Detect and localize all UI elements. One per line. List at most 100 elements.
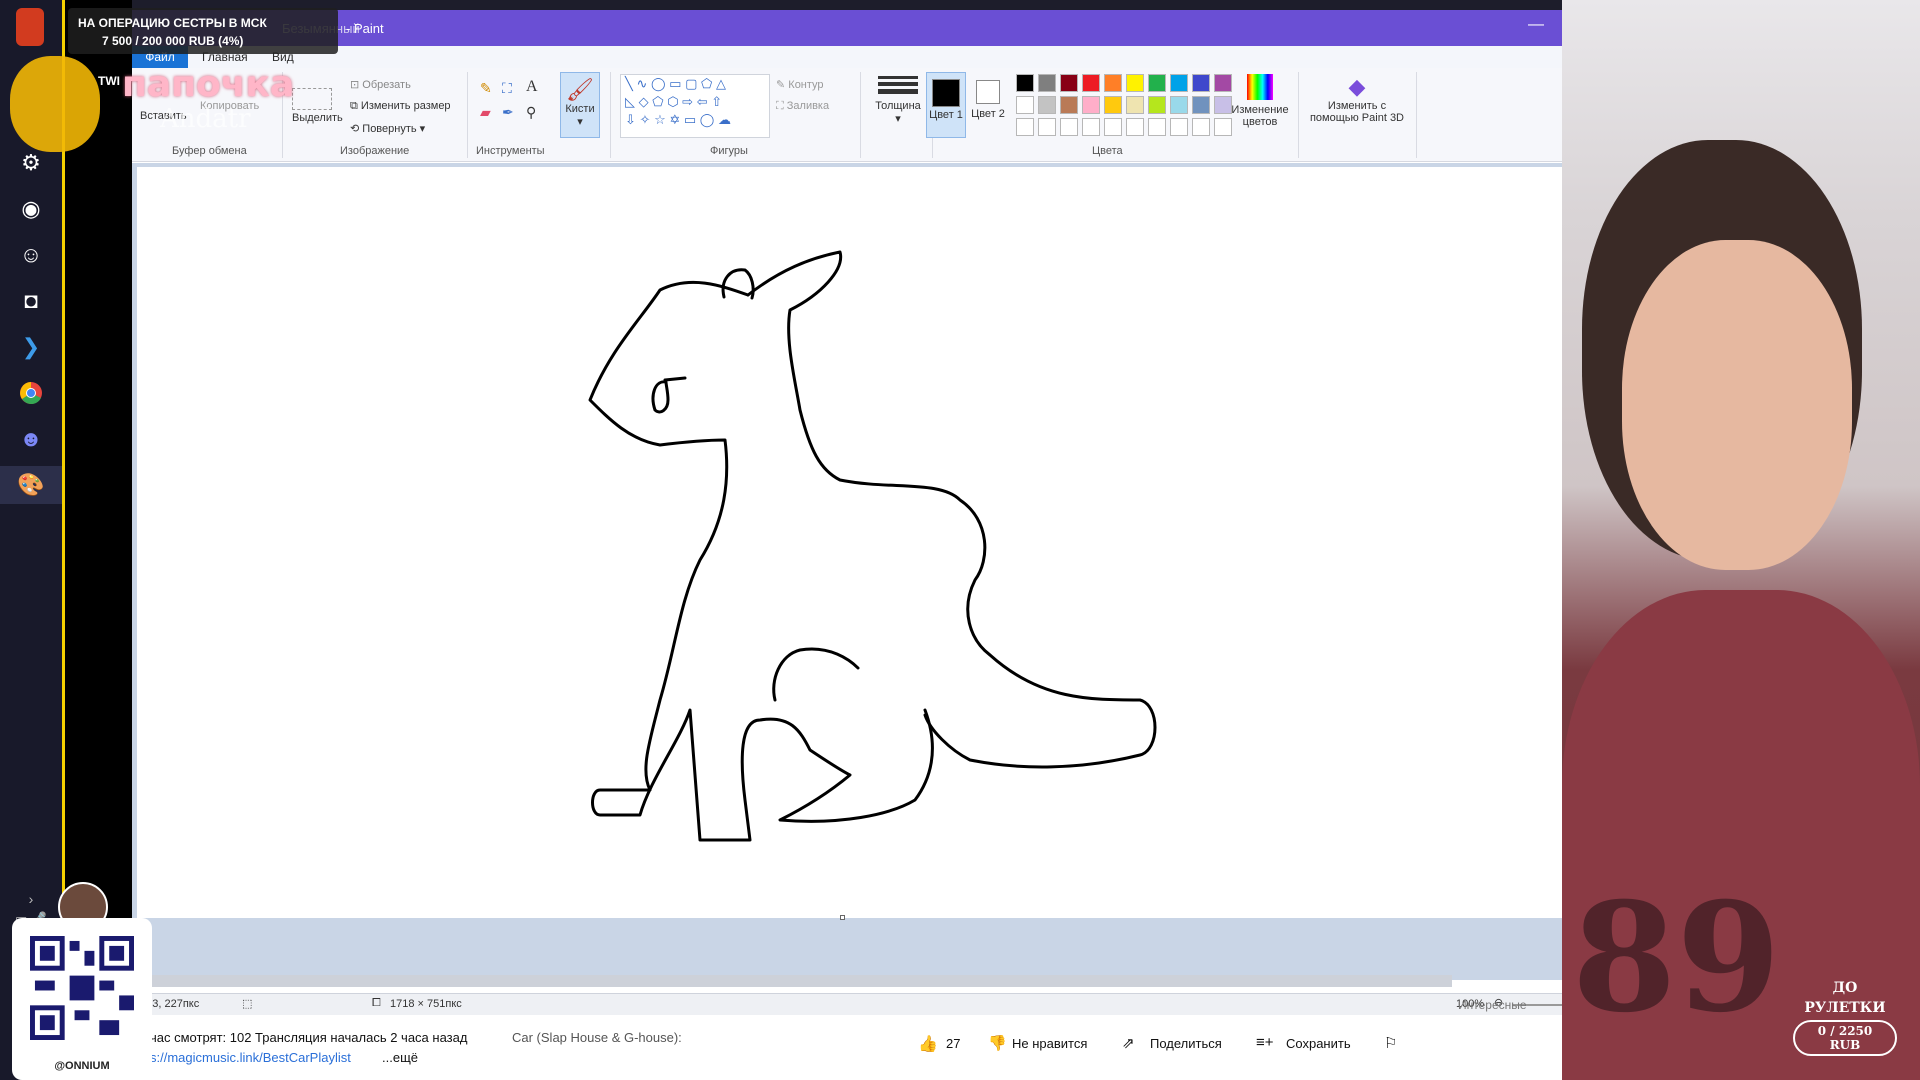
more-link[interactable]: ...ещё: [382, 1050, 418, 1065]
flag-icon[interactable]: ⚐: [1384, 1034, 1397, 1052]
color-swatch[interactable]: [1082, 74, 1100, 92]
ribbon: Вставить Копировать Буфер обмена Выделит…: [132, 68, 1562, 162]
edit-colors-button[interactable]: Изменение цветов: [1228, 74, 1292, 128]
color-swatch[interactable]: [1060, 74, 1078, 92]
save-button[interactable]: Сохранить: [1286, 1036, 1351, 1051]
custom-color-slot[interactable]: [1104, 118, 1122, 136]
shape-oval-icon[interactable]: ◯: [651, 76, 666, 91]
color-swatch[interactable]: [1126, 96, 1144, 114]
shape-rounded-rect-icon[interactable]: ▢: [685, 76, 697, 91]
color-swatch[interactable]: [1170, 96, 1188, 114]
brushes-button[interactable]: 🖌 Кисти ▾: [560, 72, 600, 138]
paint3d-button[interactable]: ◆ Изменить с помощью Paint 3D: [1304, 74, 1410, 124]
share-icon[interactable]: ⇗: [1122, 1034, 1135, 1052]
color-swatch[interactable]: [1214, 96, 1232, 114]
shape-triangle-icon[interactable]: △: [716, 76, 726, 91]
color-swatch[interactable]: [1104, 74, 1122, 92]
color-swatch[interactable]: [1148, 96, 1166, 114]
user-app-icon[interactable]: ☺: [12, 236, 50, 274]
fill-bucket-icon[interactable]: ⛶: [502, 80, 512, 97]
share-button[interactable]: Поделиться: [1150, 1036, 1222, 1051]
size-label: Толщина: [875, 100, 921, 112]
shapes-gallery[interactable]: ╲ ∿ ◯ ▭ ▢ ⬠ △ ◺ ◇ ⬠ ⬡ ⇨ ⇦ ⇧ ⇩ ✧ ☆ ✡ ▭ ◯ …: [620, 74, 770, 138]
discord-icon[interactable]: ☻: [12, 420, 50, 458]
shape-diamond-icon[interactable]: ◇: [639, 94, 649, 109]
custom-color-slot[interactable]: [1126, 118, 1144, 136]
shape-right-triangle-icon[interactable]: ◺: [625, 94, 635, 109]
shape-star5-icon[interactable]: ☆: [654, 112, 666, 127]
custom-color-slot[interactable]: [1016, 118, 1034, 136]
color-swatch[interactable]: [1192, 96, 1210, 114]
custom-color-slot[interactable]: [1082, 118, 1100, 136]
color-swatch[interactable]: [1038, 96, 1056, 114]
minimize-button[interactable]: —: [1528, 16, 1544, 34]
shape-rect-icon[interactable]: ▭: [669, 76, 681, 91]
color-swatch[interactable]: [1148, 74, 1166, 92]
app-logo-icon[interactable]: [16, 8, 44, 46]
shape-arrow-left-icon[interactable]: ⇦: [697, 94, 708, 109]
shape-polygon-icon[interactable]: ⬠: [701, 76, 712, 91]
color-swatch[interactable]: [1060, 96, 1078, 114]
shape-pentagon-icon[interactable]: ⬠: [652, 94, 663, 109]
shape-line-icon[interactable]: ╲: [625, 76, 633, 91]
custom-color-slot[interactable]: [1060, 118, 1078, 136]
text-tool-icon[interactable]: A: [526, 78, 538, 96]
outline-button[interactable]: ✎ Контур: [776, 78, 824, 91]
shape-callout-rect-icon[interactable]: ▭: [684, 112, 696, 127]
shape-star4-icon[interactable]: ✧: [640, 112, 651, 127]
paint-taskbar-icon[interactable]: 🎨: [0, 466, 62, 504]
chevron-down-icon: ▾: [416, 123, 426, 135]
pencil-icon[interactable]: ✎: [480, 80, 492, 97]
resize-button[interactable]: ⧉ Изменить размер: [350, 100, 451, 113]
playlist-link[interactable]: s://magicmusic.link/BestCarPlaylist: [150, 1050, 351, 1065]
color-swatch[interactable]: [1082, 96, 1100, 114]
color-swatch[interactable]: [1038, 74, 1056, 92]
rotate-button[interactable]: ⟲ Повернуть ▾: [350, 122, 425, 135]
viewer-count: час смотрят: 102 Трансляция началась 2 ч…: [150, 1030, 468, 1045]
drawing-canvas[interactable]: [137, 167, 1562, 920]
color-swatch[interactable]: [1016, 96, 1034, 114]
size-button[interactable]: Толщина ▾: [870, 74, 926, 125]
custom-color-slot[interactable]: [1214, 118, 1232, 136]
color-swatch[interactable]: [1170, 74, 1188, 92]
crop-icon: ⊡: [350, 79, 363, 91]
dislike-icon[interactable]: 👎: [988, 1034, 1007, 1052]
vscode-icon[interactable]: ❯: [12, 328, 50, 366]
crop-button[interactable]: ⊡ Обрезать: [350, 78, 411, 91]
color1-button[interactable]: Цвет 1: [926, 72, 966, 138]
dislike-button[interactable]: Не нравится: [1012, 1036, 1087, 1051]
color-swatch[interactable]: [1016, 74, 1034, 92]
custom-color-slot[interactable]: [1192, 118, 1210, 136]
custom-color-slot[interactable]: [1038, 118, 1056, 136]
chrome-icon[interactable]: [12, 374, 50, 412]
shape-callout-cloud-icon[interactable]: ☁: [718, 112, 731, 127]
fill-button[interactable]: ⛶ Заливка: [776, 100, 829, 113]
shape-arrow-down-icon[interactable]: ⇩: [625, 112, 636, 127]
color-swatch[interactable]: [1192, 74, 1210, 92]
shape-hexagon-icon[interactable]: ⬡: [667, 94, 678, 109]
color-picker-icon[interactable]: ✒: [502, 104, 514, 121]
color-swatch[interactable]: [1214, 74, 1232, 92]
shape-callout-oval-icon[interactable]: ◯: [700, 112, 715, 127]
shape-arrow-up-icon[interactable]: ⇧: [711, 94, 722, 109]
select-button[interactable]: Выделить: [292, 112, 343, 124]
shape-arrow-right-icon[interactable]: ⇨: [682, 94, 693, 109]
obs-icon[interactable]: ◉: [12, 190, 50, 228]
magnifier-icon[interactable]: ⚲: [526, 104, 536, 121]
bot-icon[interactable]: ◘: [12, 282, 50, 320]
canvas-resize-handle[interactable]: [840, 915, 845, 920]
custom-color-slot[interactable]: [1170, 118, 1188, 136]
shape-star6-icon[interactable]: ✡: [669, 112, 680, 127]
drawing-kangaroo: [588, 250, 1157, 842]
brush-icon: 🖌: [566, 77, 594, 102]
custom-color-slot[interactable]: [1148, 118, 1166, 136]
horizontal-scrollbar[interactable]: [152, 975, 1452, 987]
eraser-icon[interactable]: ▰: [480, 104, 491, 121]
like-icon[interactable]: 👍: [918, 1034, 938, 1054]
brushes-label: Кисти: [565, 103, 595, 115]
shape-curve-icon[interactable]: ∿: [636, 76, 647, 91]
color-swatch[interactable]: [1104, 96, 1122, 114]
save-icon[interactable]: ≡+: [1256, 1034, 1274, 1051]
color2-button[interactable]: Цвет 2: [970, 72, 1006, 138]
color-swatch[interactable]: [1126, 74, 1144, 92]
